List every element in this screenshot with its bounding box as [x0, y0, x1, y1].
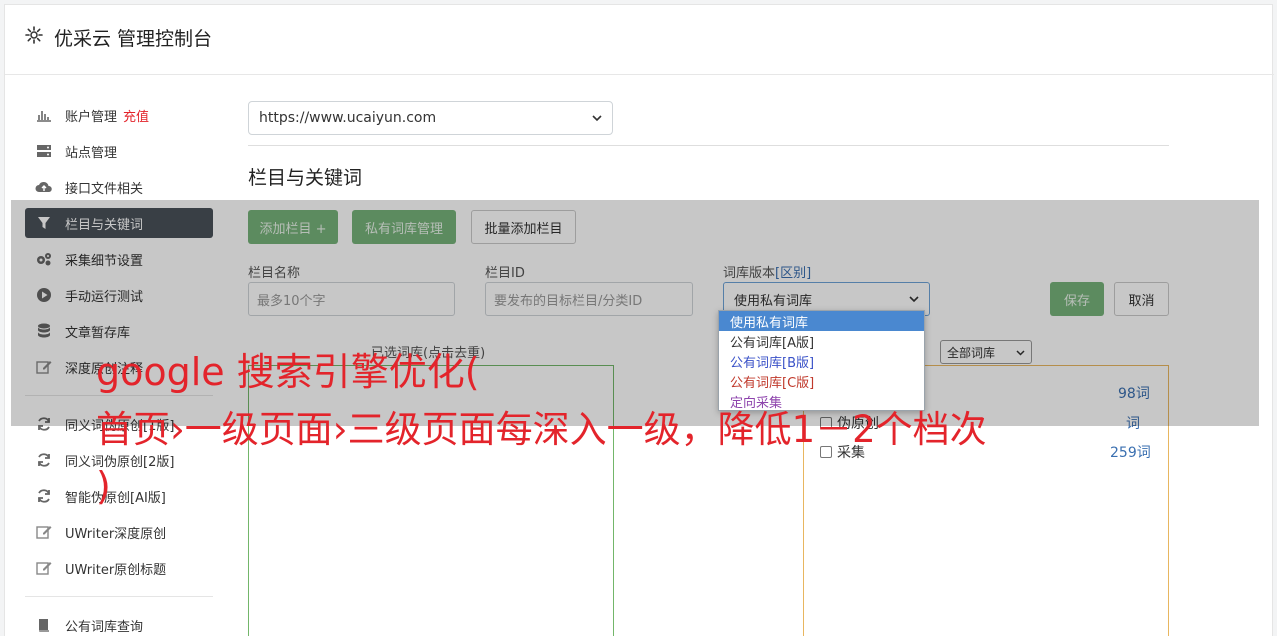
sidebar-item-account[interactable]: 账户管理 充值 [25, 100, 213, 130]
console-title: 优采云 管理控制台 [54, 28, 213, 50]
sidebar-item-label: 同义词伪原创[2版] [65, 454, 175, 470]
sidebar-item-uwriter-deep[interactable]: UWriter深度原创 [25, 517, 213, 547]
chevron-down-icon [592, 110, 602, 126]
refresh-icon [35, 451, 53, 469]
edit-icon [35, 559, 53, 577]
recharge-link[interactable]: 充值 [123, 106, 149, 125]
site-select-value: https://www.ucaiyun.com [259, 110, 437, 126]
word-count: 259词 [1110, 445, 1151, 461]
sidebar-divider [25, 596, 213, 597]
gear-icon [24, 25, 44, 45]
bar-chart-icon [35, 106, 53, 124]
cloud-upload-icon [35, 178, 53, 196]
dropdown-option[interactable]: 公有词库[B版] [719, 351, 924, 371]
sidebar-item-public-lib[interactable]: 公有词库查询 [25, 610, 213, 636]
sidebar-item-uwriter-title[interactable]: UWriter原创标题 [25, 553, 213, 583]
sidebar-item-interface[interactable]: 接口文件相关 [25, 172, 213, 202]
dropdown-option[interactable]: 使用私有词库 [719, 311, 924, 331]
dropdown-option[interactable]: 公有词库[A版] [719, 331, 924, 351]
sidebar-item-ai-rewrite[interactable]: 智能伪原创[AI版] [25, 481, 213, 511]
watermark-line: ) [96, 464, 111, 508]
sidebar-item-sites[interactable]: 站点管理 [25, 136, 213, 166]
sidebar-item-label: UWriter深度原创 [65, 526, 167, 542]
server-icon [35, 142, 53, 160]
watermark-line: 首页›一级页面›三级页面每深入一级，降低1－2个档次 [96, 408, 987, 451]
sidebar-item-label: 公有词库查询 [65, 619, 144, 635]
library-version-dropdown: 使用私有词库 公有词库[A版] 公有词库[B版] 公有词库[C版] 定向采集 [718, 310, 925, 411]
watermark-line: google 搜索引擎优化( [96, 350, 480, 394]
sidebar-item-label: 账户管理 [65, 109, 118, 125]
site-select[interactable]: https://www.ucaiyun.com [248, 101, 613, 135]
sidebar-item-label: 接口文件相关 [65, 181, 144, 197]
section-title: 栏目与关键词 [248, 167, 363, 189]
book-icon [35, 616, 53, 634]
refresh-icon [35, 487, 53, 505]
edit-icon [35, 523, 53, 541]
sidebar-item-label: UWriter原创标题 [65, 562, 167, 578]
sidebar-item-label: 站点管理 [65, 145, 118, 161]
sidebar-item-label: 智能伪原创[AI版] [65, 490, 166, 506]
divider [248, 145, 1169, 146]
header: 优采云 管理控制台 [5, 5, 1274, 75]
dropdown-option[interactable]: 公有词库[C版] [719, 371, 924, 391]
